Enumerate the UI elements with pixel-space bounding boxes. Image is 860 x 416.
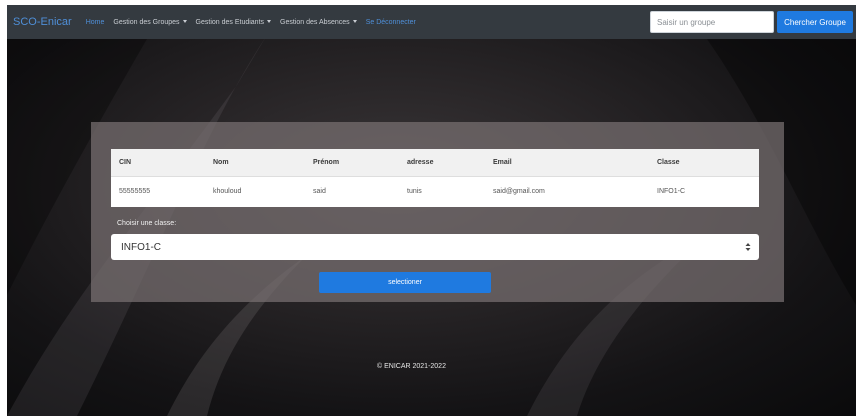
- column-header-nom: Nom: [205, 149, 305, 177]
- nav-groupes-dropdown[interactable]: Gestion des Groupes: [113, 18, 187, 26]
- class-select-label: Choisir une classe:: [117, 220, 177, 227]
- student-table: CIN Nom Prénom adresse Email Classe 5555…: [111, 149, 759, 207]
- student-table-container: CIN Nom Prénom adresse Email Classe 5555…: [111, 149, 759, 207]
- caret-down-icon: [352, 20, 357, 24]
- cell-cin: 55555555: [119, 188, 151, 196]
- nav-etudiants-dropdown[interactable]: Gestion des Etudiants: [196, 19, 272, 26]
- cell-nom: khouloud: [213, 188, 242, 196]
- top-navbar: SCO-Enicar Home Gestion des Groupes Gest…: [7, 5, 856, 39]
- brand-link[interactable]: SCO-Enicar: [13, 16, 72, 28]
- select-class-button[interactable]: selectioner: [319, 272, 491, 293]
- cell-email: said@gmail.com: [493, 188, 545, 196]
- column-header-adresse: adresse: [399, 149, 485, 177]
- table-header-row: CIN Nom Prénom adresse Email Classe: [111, 149, 759, 177]
- search-group-button[interactable]: Chercher Groupe: [777, 11, 853, 33]
- app-window: SCO-Enicar Home Gestion des Groupes Gest…: [7, 5, 856, 416]
- nav-groupes-label: Gestion des Groupes: [113, 18, 180, 26]
- nav-home-link[interactable]: Home: [86, 19, 105, 26]
- nav-etudiants-label: Gestion des Etudiants: [195, 18, 265, 26]
- column-header-email: Email: [485, 149, 649, 177]
- nav-absences-dropdown[interactable]: Gestion des Absences: [280, 19, 357, 26]
- student-card: CIN Nom Prénom adresse Email Classe 5555…: [91, 122, 784, 302]
- cell-classe: INFO1-C: [657, 188, 685, 196]
- cell-adresse: tunis: [407, 188, 422, 196]
- logout-link[interactable]: Se Déconnecter: [366, 19, 416, 26]
- select-arrows-icon: [745, 243, 751, 251]
- column-header-prenom: Prénom: [305, 149, 399, 177]
- column-header-classe: Classe: [649, 149, 759, 177]
- table-row: 55555555 khouloud said tunis said@gmail.…: [111, 176, 759, 207]
- class-select-value: INFO1-C: [121, 241, 161, 253]
- caret-down-icon: [267, 20, 272, 24]
- class-select[interactable]: INFO1-C: [111, 234, 759, 260]
- group-search-input[interactable]: [650, 11, 774, 33]
- cell-prenom: said: [313, 188, 326, 196]
- column-header-cin: CIN: [111, 149, 205, 177]
- caret-down-icon: [182, 20, 187, 24]
- nav-absences-label: Gestion des Absences: [280, 18, 350, 26]
- footer-copyright: © ENICAR 2021-2022: [377, 363, 446, 370]
